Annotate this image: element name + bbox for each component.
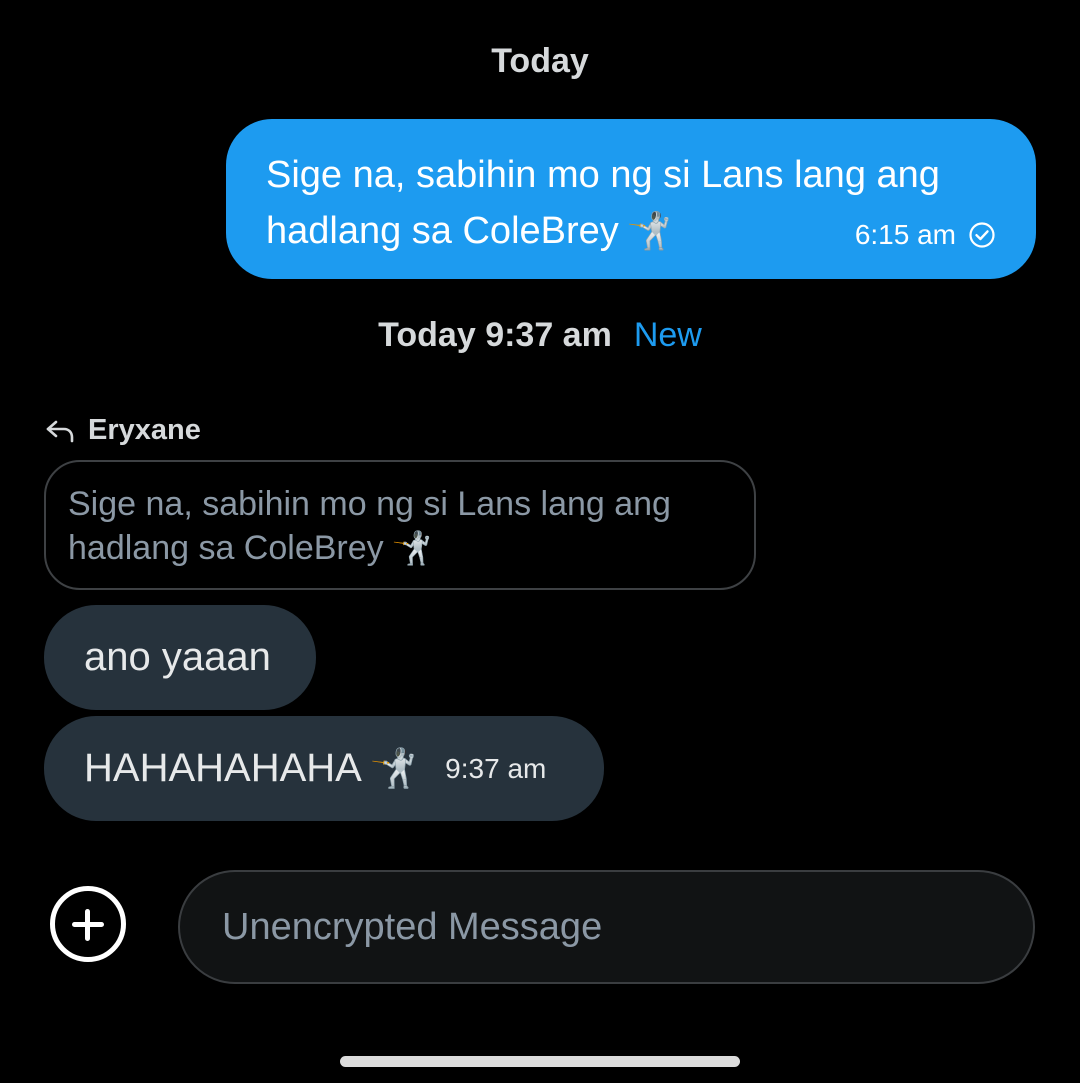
quoted-message-text: Sige na, sabihin mo ng si Lans lang ang … bbox=[68, 485, 671, 567]
reply-header: Eryxane bbox=[44, 414, 201, 447]
fencer-emoji: 🤺 bbox=[626, 210, 672, 251]
date-time-label: Today 9:37 am bbox=[378, 316, 612, 354]
check-circle-icon bbox=[969, 222, 995, 248]
reply-author: Eryxane bbox=[88, 414, 201, 446]
received-message-text: HAHAHAHAHA bbox=[84, 746, 362, 790]
new-badge: New bbox=[633, 316, 702, 354]
date-label: Today bbox=[491, 42, 589, 80]
received-message-time: 9:37 am bbox=[445, 752, 547, 784]
sent-message-time: 6:15 am bbox=[854, 219, 956, 250]
received-message-bubble[interactable]: ano yaaan bbox=[44, 605, 316, 710]
message-input[interactable] bbox=[178, 870, 1035, 984]
date-separator: Today bbox=[0, 42, 1080, 81]
fencer-emoji: 🤺 bbox=[369, 747, 418, 790]
date-separator-new: Today 9:37 am New bbox=[0, 316, 1080, 355]
received-message-text: ano yaaan bbox=[84, 635, 271, 679]
received-message-bubble[interactable]: HAHAHAHAHA 🤺 9:37 am bbox=[44, 716, 604, 821]
plus-circle-icon[interactable] bbox=[50, 886, 126, 962]
sent-message-meta: 6:15 am bbox=[855, 219, 996, 251]
sent-message-text: Sige na, sabihin mo ng si Lans lang ang … bbox=[266, 154, 940, 252]
home-indicator[interactable] bbox=[340, 1056, 740, 1067]
quoted-message[interactable]: Sige na, sabihin mo ng si Lans lang ang … bbox=[44, 460, 756, 590]
sent-message-bubble[interactable]: Sige na, sabihin mo ng si Lans lang ang … bbox=[226, 119, 1036, 279]
reply-arrow-icon bbox=[46, 420, 74, 442]
fencer-emoji: 🤺 bbox=[391, 530, 432, 566]
